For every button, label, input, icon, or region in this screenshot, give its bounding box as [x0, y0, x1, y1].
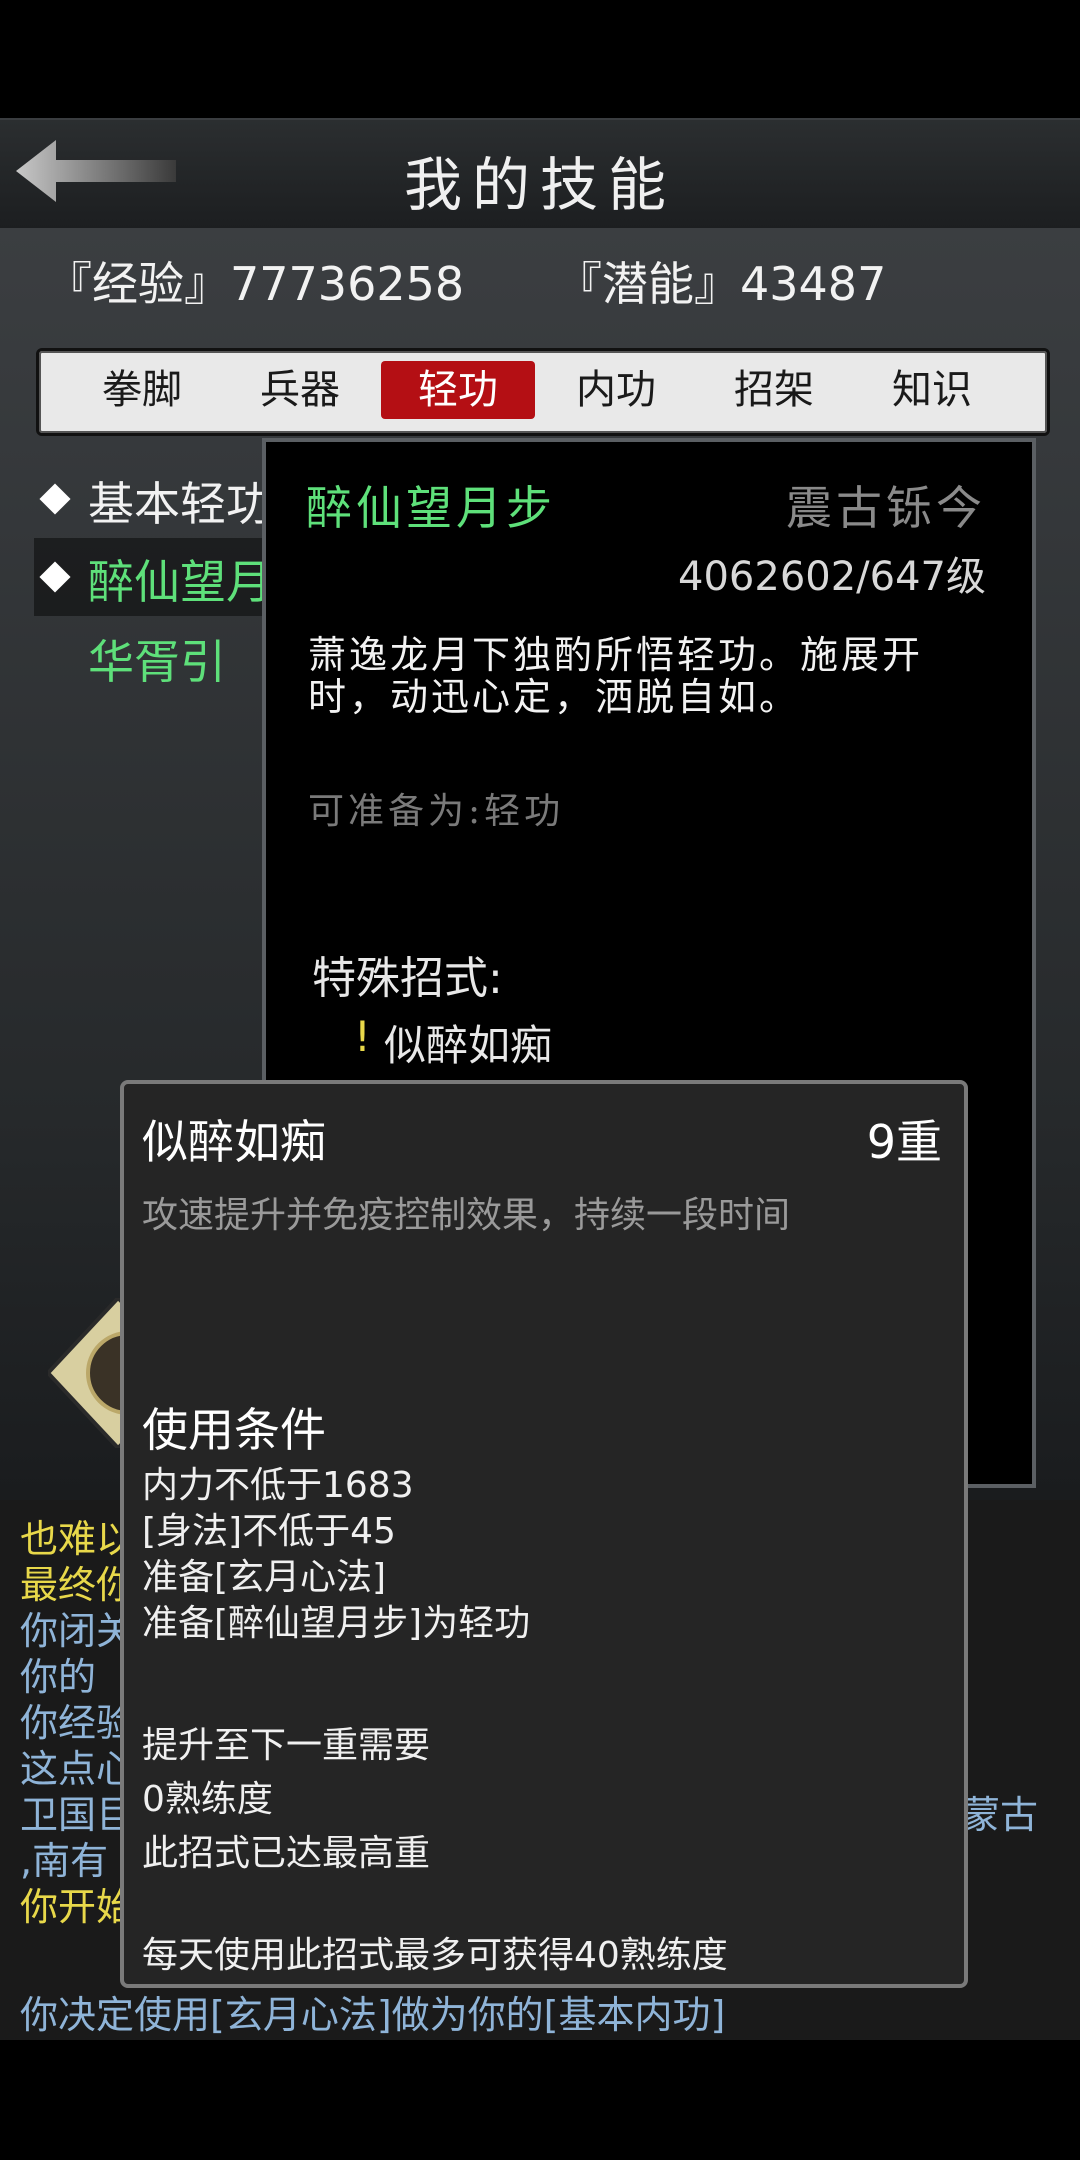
special-mark: ! [354, 1012, 371, 1061]
detail-description: 萧逸龙月下独酌所悟轻功。施展开时，动迅心定，洒脱自如。 [308, 633, 924, 719]
diamond-icon [39, 561, 71, 593]
special-move-link[interactable]: 似醉如痴 [384, 1012, 552, 1073]
log-line-fragment: 蒙古 [962, 1793, 1039, 1837]
popup-move-level: 9重 [866, 1115, 942, 1169]
tab-zhaojia[interactable]: 招架 [697, 361, 851, 419]
next-level-title: 提升至下一重需要 [142, 1725, 431, 1766]
special-title: 特殊招式: [312, 953, 503, 1004]
daily-note: 每天使用此招式最多可获得40熟练度 [142, 1935, 728, 1976]
next-level-value: 0熟练度 [142, 1779, 273, 1820]
popup-move-desc: 攻速提升并免疫控制效果，持续一段时间 [142, 1195, 791, 1236]
page-title: 我的技能 [403, 151, 676, 219]
diamond-icon [39, 483, 71, 515]
detail-prepare: 可准备为:轻功 [308, 791, 565, 832]
skill-item-zuixian[interactable]: 醉仙望月步 [34, 538, 318, 616]
detail-skill-name: 醉仙望月步 [306, 481, 556, 535]
detail-level: 4062602/647级 [678, 554, 986, 600]
skill-tab-bar: 拳脚 兵器 轻功 内功 招架 知识 [36, 348, 1050, 436]
condition-item: 准备[醉仙望月步]为轻功 [142, 1603, 531, 1644]
max-level-note: 此招式已达最高重 [142, 1833, 431, 1874]
log-line: 你开始 [20, 1885, 135, 1929]
tab-quanjiao[interactable]: 拳脚 [65, 361, 219, 419]
skill-label: 华胥引 [88, 635, 226, 689]
popup-move-name: 似醉如痴 [142, 1115, 326, 1169]
detail-rank: 震古铄今 [786, 481, 986, 535]
skill-label: 基本轻功 [88, 477, 272, 531]
potential-stat: 『潜能』43487 [556, 257, 887, 311]
exp-stat: 『经验』77736258 [46, 257, 465, 311]
tab-bingqi[interactable]: 兵器 [223, 361, 377, 419]
condition-item: 内力不低于1683 [142, 1465, 414, 1506]
tab-neigong[interactable]: 内功 [539, 361, 693, 419]
skill-item-jiben-qinggong[interactable]: 基本轻功 [34, 460, 274, 538]
tab-qinggong[interactable]: 轻功 [381, 361, 535, 419]
top-bar: 我的技能 [0, 118, 1080, 232]
conditions-title: 使用条件 [142, 1403, 326, 1457]
tab-zhishi[interactable]: 知识 [855, 361, 1009, 419]
skill-item-huaxuyin[interactable]: 华胥引 [34, 618, 274, 696]
move-tooltip-popup: 似醉如痴 9重 攻速提升并免疫控制效果，持续一段时间 使用条件 内力不低于168… [120, 1080, 968, 1988]
condition-item: [身法]不低于45 [142, 1511, 396, 1552]
log-line-last: 你决定使用[玄月心法]做为你的[基本内功] [20, 1993, 726, 2037]
condition-item: 准备[玄月心法] [142, 1557, 387, 1598]
